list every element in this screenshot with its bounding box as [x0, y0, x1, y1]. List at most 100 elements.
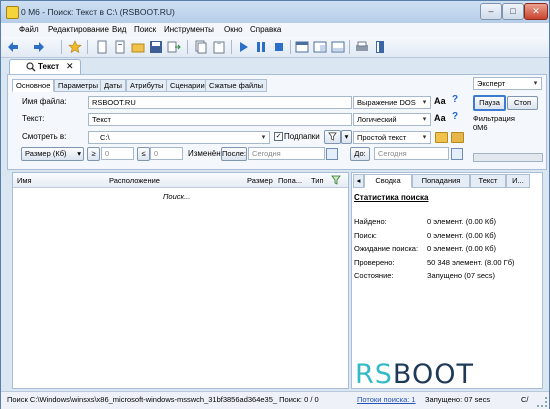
- close-button[interactable]: ✕: [524, 3, 548, 20]
- export-icon[interactable]: [167, 40, 181, 54]
- stop-icon[interactable]: [272, 40, 286, 54]
- text-input[interactable]: Текст: [88, 113, 352, 126]
- subtab-basic[interactable]: Основное: [12, 79, 55, 92]
- size-unit-select[interactable]: Размер (Кб) ▾: [21, 147, 84, 161]
- toolbar-separator: [349, 40, 350, 54]
- lookin-mode-select[interactable]: Простой текст ▾: [353, 131, 431, 144]
- chevron-down-icon: ▾: [422, 99, 427, 106]
- tab-search-text[interactable]: Текст ✕: [9, 59, 81, 75]
- subfolders-checkbox[interactable]: ✓: [274, 132, 283, 141]
- tab-more[interactable]: И...: [506, 174, 530, 188]
- print-icon[interactable]: [355, 40, 369, 54]
- save-icon[interactable]: [149, 40, 163, 54]
- menu-view[interactable]: Вид: [112, 25, 126, 34]
- search-progress-bar: [473, 153, 543, 162]
- col-size[interactable]: Размер: [247, 176, 273, 185]
- size-min-input[interactable]: 0: [101, 147, 134, 160]
- mode-select[interactable]: Эксперт ▾: [473, 77, 542, 90]
- subtab-archives[interactable]: Сжатые файлы: [205, 79, 267, 92]
- status-bar: Поиск C:\Windows\winsxs\x86_microsoft-wi…: [1, 391, 549, 409]
- size-max-input[interactable]: 0: [150, 147, 183, 160]
- resize-grip[interactable]: [537, 397, 547, 407]
- toolbar-separator: [290, 40, 291, 54]
- tab-summary[interactable]: Сводка: [364, 174, 412, 188]
- stat-value: 50 348 элемент. (8.00 Гб): [427, 258, 515, 267]
- col-name[interactable]: Имя: [17, 176, 32, 185]
- subfolders-label: Подпапки: [284, 132, 320, 141]
- size-min-operator[interactable]: ≥: [87, 147, 100, 161]
- minimize-button[interactable]: –: [480, 3, 502, 20]
- book-icon[interactable]: [373, 40, 387, 54]
- calendar-icon[interactable]: [326, 148, 338, 160]
- new-document-icon[interactable]: [113, 40, 127, 54]
- menu-search[interactable]: Поиск: [134, 25, 156, 34]
- results-header: Имя Расположение Размер Попа... Тип: [13, 173, 348, 188]
- size-max-operator[interactable]: ≤: [137, 147, 150, 161]
- search-threads-link[interactable]: Потоки поиска: 1: [357, 395, 416, 404]
- open-folder-icon[interactable]: [131, 40, 145, 54]
- menu-edit[interactable]: Редактирование: [48, 25, 109, 34]
- column-options-icon[interactable]: [331, 175, 342, 185]
- play-icon[interactable]: [236, 40, 250, 54]
- tab-hits[interactable]: Попадания: [412, 174, 470, 188]
- after-date-input[interactable]: Сегодня: [248, 147, 325, 160]
- subtab-attributes[interactable]: Атрибуты: [126, 79, 168, 92]
- menu-tools[interactable]: Инструменты: [164, 25, 214, 34]
- stat-label: Проверено:: [354, 258, 395, 267]
- case-sensitive-icon[interactable]: Аа: [434, 113, 446, 123]
- col-type[interactable]: Тип: [311, 176, 324, 185]
- favorites-star-icon[interactable]: [68, 40, 82, 54]
- menu-file[interactable]: Файл: [19, 25, 39, 34]
- filter-button[interactable]: [324, 130, 341, 144]
- panel-icon[interactable]: [331, 40, 345, 54]
- chevron-down-icon: ▾: [422, 134, 427, 141]
- maximize-button[interactable]: □: [502, 3, 524, 20]
- subtab-params[interactable]: Параметры: [54, 79, 102, 92]
- before-date-input[interactable]: Сегодня: [374, 147, 449, 160]
- text-mode-select[interactable]: Логический ▾: [353, 113, 431, 126]
- filename-mode-select[interactable]: Выражение DOS ▾: [353, 96, 431, 109]
- back-arrow-icon[interactable]: [6, 40, 20, 54]
- window-icon[interactable]: [313, 40, 327, 54]
- pause-button[interactable]: Пауза: [473, 95, 506, 111]
- help-icon[interactable]: ?: [452, 94, 458, 105]
- after-button[interactable]: После:: [221, 147, 247, 161]
- menu-window[interactable]: Окно: [224, 25, 243, 34]
- menu-help[interactable]: Справка: [250, 25, 281, 34]
- pause-icon[interactable]: [254, 40, 268, 54]
- filename-mode-value: Выражение DOS: [357, 98, 416, 107]
- filename-input[interactable]: RSBOOT.RU: [88, 96, 352, 109]
- copy-icon[interactable]: [194, 40, 208, 54]
- before-button[interactable]: До:: [350, 147, 370, 161]
- forward-arrow-icon[interactable]: [32, 40, 46, 54]
- title-bar[interactable]: 0 М6 - Поиск: Текст в C:\ (RSBOOT.RU) – …: [1, 1, 549, 23]
- text-label: Текст:: [22, 114, 45, 123]
- document-tab-strip: Текст ✕: [1, 58, 549, 75]
- stat-value: 0 элемент. (0.00 Кб): [427, 231, 497, 240]
- stats-panel: ◂ Сводка Попадания Текст И... Статистика…: [351, 172, 543, 390]
- calendar-icon[interactable]: [451, 148, 463, 160]
- case-sensitive-icon[interactable]: Аа: [434, 96, 446, 106]
- lookin-value: C:\: [100, 133, 110, 142]
- lookin-select[interactable]: C:\ ▾: [88, 131, 270, 144]
- stat-label: Состояние:: [354, 271, 394, 280]
- tab-scroll-left[interactable]: ◂: [353, 174, 364, 188]
- folder-options-icon[interactable]: [451, 132, 464, 143]
- tab-text[interactable]: Текст: [470, 174, 506, 188]
- col-hits[interactable]: Попа...: [278, 176, 302, 185]
- stat-label: Ожидание поиска:: [354, 244, 419, 253]
- subtab-scripts[interactable]: Сценарии: [166, 79, 209, 92]
- new-document-icon[interactable]: [95, 40, 109, 54]
- stop-button[interactable]: Стоп: [507, 96, 538, 110]
- browse-folder-icon[interactable]: [435, 132, 448, 143]
- toolbar-separator: [231, 40, 232, 54]
- col-location[interactable]: Расположение: [109, 176, 160, 185]
- paste-icon[interactable]: [212, 40, 226, 54]
- help-icon[interactable]: ?: [452, 111, 458, 122]
- text-mode-value: Логический: [357, 115, 397, 124]
- filter-dropdown-button[interactable]: ▾: [341, 130, 352, 144]
- results-list[interactable]: Имя Расположение Размер Попа... Тип Поис…: [12, 172, 349, 389]
- subtab-dates[interactable]: Даты: [100, 79, 126, 92]
- tab-close-icon[interactable]: ✕: [66, 61, 74, 72]
- layout-icon[interactable]: [295, 40, 309, 54]
